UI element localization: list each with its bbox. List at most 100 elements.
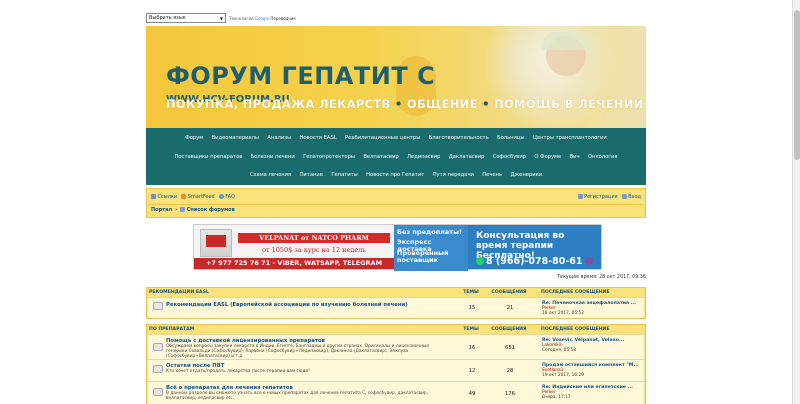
translator-label: Переводчик bbox=[270, 15, 296, 21]
language-select[interactable]: Выбрать язык ▼ bbox=[146, 13, 226, 23]
nav-analyses[interactable]: Анализы bbox=[263, 135, 295, 141]
nav-daclatasvir[interactable]: Даклатасвир bbox=[445, 154, 489, 160]
nav-hepatitis[interactable]: Гепатиты bbox=[327, 172, 362, 178]
forum-read-icon bbox=[153, 365, 163, 373]
last-post-date: Вчера, 17:17 bbox=[542, 395, 571, 400]
forum-read-icon bbox=[153, 343, 163, 351]
forum-header: Рекомендации EASL Темы Сообщения Последн… bbox=[147, 288, 645, 297]
site-banner[interactable]: ФОРУМ ГЕПАТИТ С WWW.HCV-FORUM.RU bbox=[146, 26, 646, 128]
ad-tags-panel: Без предоплаты! Экспресс доставка Провер… bbox=[394, 225, 468, 271]
nav-transmission[interactable]: Пути передачи bbox=[428, 172, 478, 178]
forum-read-icon bbox=[153, 302, 163, 310]
main-nav: Форум Видеоматериалы Анализы Новости EAS… bbox=[146, 128, 646, 185]
breadcrumb-forums-label: Список форумов bbox=[186, 207, 235, 213]
nav-videos[interactable]: Видеоматериалы bbox=[207, 135, 263, 141]
nav-hospitals[interactable]: Больницы bbox=[493, 135, 529, 141]
nav-hepatitis-news[interactable]: Новости про Гепатит bbox=[362, 172, 428, 178]
nav-treatment-scheme[interactable]: Схема лечения bbox=[246, 172, 296, 178]
category-title[interactable]: По препаратам bbox=[147, 327, 455, 332]
nav-liver-diseases[interactable]: Болезни печени bbox=[246, 154, 298, 160]
forum-last-post: Продам оставшийся комплект "М... Svetlan… bbox=[542, 363, 646, 378]
nav-generics[interactable]: Дженерики bbox=[506, 172, 546, 178]
link-links-label: Ссылки bbox=[157, 194, 178, 200]
menu-icon bbox=[151, 194, 156, 199]
translate-bar: Выбрать язык ▼ Технологии Google Перевод… bbox=[146, 12, 296, 24]
forum-topics-count: 15 bbox=[468, 305, 476, 311]
nav-liver[interactable]: Печень bbox=[478, 172, 506, 178]
forum-navbar: Ссылки SmartFeed FAQ Регистрация Вход По… bbox=[146, 188, 646, 218]
edit-icon bbox=[577, 194, 583, 199]
category-title[interactable]: Рекомендации EASL bbox=[147, 290, 455, 295]
ad-phone-right-number: 8 (966)-078-80-61 bbox=[486, 256, 583, 267]
login-link[interactable]: Вход bbox=[621, 194, 641, 200]
breadcrumb-separator: › bbox=[175, 207, 178, 213]
forum-category-easl: Рекомендации EASL Темы Сообщения Последн… bbox=[146, 287, 646, 319]
rss-icon bbox=[181, 194, 187, 199]
powered-text: Технологии bbox=[229, 15, 254, 21]
whatsapp-icon bbox=[476, 257, 484, 265]
col-topics: Темы bbox=[463, 327, 479, 332]
link-smartfeed[interactable]: SmartFeed bbox=[181, 194, 215, 200]
nav-transplant-centers[interactable]: Центры трансплантологии bbox=[529, 135, 611, 141]
page-scrollbar[interactable] bbox=[792, 0, 800, 404]
breadcrumb-portal[interactable]: Портал bbox=[151, 207, 172, 213]
nav-row-2: Поставщики препаратов Болезни печени Геп… bbox=[146, 148, 646, 167]
nav-easl-news[interactable]: Новости EASL bbox=[295, 135, 341, 141]
ad-banner[interactable]: VELPANAT от NATCO PHARM от 1050$ за курс… bbox=[193, 224, 602, 271]
navbar-divider bbox=[149, 204, 643, 205]
nav-sofosbuvir[interactable]: Софосбувир bbox=[489, 154, 531, 160]
scrollbar-thumb[interactable] bbox=[794, 10, 800, 160]
nav-velpatasvir[interactable]: Велпатасвир bbox=[359, 154, 403, 160]
last-post-title[interactable]: Re: Индийские или египетские ... bbox=[542, 385, 646, 390]
nav-forum[interactable]: Форум bbox=[181, 135, 207, 141]
forum-description: Обсуждаем вопросы закупки лекарств в Инд… bbox=[166, 344, 430, 359]
decor-doctor-cap bbox=[541, 32, 591, 50]
navbar-user-links: Регистрация Вход bbox=[577, 194, 641, 200]
slogan-part-1: ПОКУПКА, ПРОДАЖА ЛЕКАРСТВ bbox=[166, 97, 391, 111]
link-faq[interactable]: FAQ bbox=[218, 194, 235, 200]
nav-oncology[interactable]: Онкология bbox=[584, 154, 622, 160]
nav-nutrition[interactable]: Питание bbox=[295, 172, 327, 178]
col-posts: Сообщения bbox=[491, 327, 527, 332]
bullet-icon: • bbox=[482, 97, 495, 111]
col-posts: Сообщения bbox=[491, 290, 527, 295]
forum-description: В данном разделе вы сможете узнать все о… bbox=[166, 391, 429, 401]
ad-tag-supplier: поставщик bbox=[397, 256, 439, 264]
forum-posts-count: 21 bbox=[506, 305, 514, 311]
nav-charity[interactable]: Благотворительность bbox=[425, 135, 493, 141]
site-slogan: ПОКУПКА, ПРОДАЖА ЛЕКАРСТВ • ОБЩЕНИЕ • ПО… bbox=[166, 97, 644, 111]
forum-last-post: Re: Печеночная энцефалопатия ... Perker … bbox=[542, 301, 646, 316]
nav-hepatoprotectors[interactable]: Гепатопротекторы bbox=[299, 154, 359, 160]
forum-row: Остатки после ПВТ Кто хочет отдать/прода… bbox=[148, 359, 644, 381]
forum-last-post: Re: Vosevir, Velpanat, Velaxo... Lakomki… bbox=[542, 338, 646, 353]
col-last-post: Последнее сообщение bbox=[541, 290, 610, 295]
forum-description: Кто хочет отдать/продать лекарства после… bbox=[166, 369, 310, 374]
forum-title[interactable]: Рекомендации EASL (Европейской ассоциаци… bbox=[166, 302, 408, 308]
server-time: Текущее время: 28 окт 2017, 09:36 bbox=[557, 275, 646, 280]
powered-by-google[interactable]: Технологии Google Переводчик bbox=[229, 16, 296, 21]
nav-about-forum[interactable]: О Форуме bbox=[530, 154, 565, 160]
nav-row-1: Форум Видеоматериалы Анализы Новости EAS… bbox=[146, 129, 646, 148]
breadcrumb-forums[interactable]: Список форумов bbox=[180, 207, 235, 213]
forum-row: Помощь с доставкой лицензированных препа… bbox=[148, 334, 644, 359]
site-title: ФОРУМ ГЕПАТИТ С bbox=[166, 62, 436, 90]
navbar-quick-links: Ссылки SmartFeed FAQ bbox=[151, 194, 235, 200]
nav-row-3: Схема лечения Питание Гепатиты Новости п… bbox=[146, 166, 646, 185]
viber-icon bbox=[584, 257, 593, 265]
last-post-title[interactable]: Re: Печеночная энцефалопатия ... bbox=[542, 301, 646, 306]
forum-topics-count: 16 bbox=[468, 345, 476, 351]
nav-suppliers[interactable]: Поставщики препаратов bbox=[170, 154, 246, 160]
forum-topics-count: 12 bbox=[468, 368, 476, 374]
nav-rehab-centers[interactable]: Реабилитационные центры bbox=[341, 135, 425, 141]
ad-consultation[interactable]: Без предоплаты! Экспресс доставка Провер… bbox=[394, 225, 601, 271]
last-post-date: 18 окт 2017, 05:52 bbox=[542, 311, 584, 316]
ad-phone-right: 8 (966)-078-80-61 bbox=[476, 256, 593, 267]
login-label: Вход bbox=[628, 194, 641, 200]
register-label: Регистрация bbox=[584, 194, 618, 200]
nav-hiv[interactable]: Вич bbox=[565, 154, 583, 160]
register-link[interactable]: Регистрация bbox=[577, 194, 618, 200]
login-icon bbox=[621, 194, 627, 199]
ad-velpanat[interactable]: VELPANAT от NATCO PHARM от 1050$ за курс… bbox=[194, 225, 394, 269]
nav-ledipasvir[interactable]: Ледипасвир bbox=[403, 154, 445, 160]
link-links[interactable]: Ссылки bbox=[151, 194, 177, 200]
